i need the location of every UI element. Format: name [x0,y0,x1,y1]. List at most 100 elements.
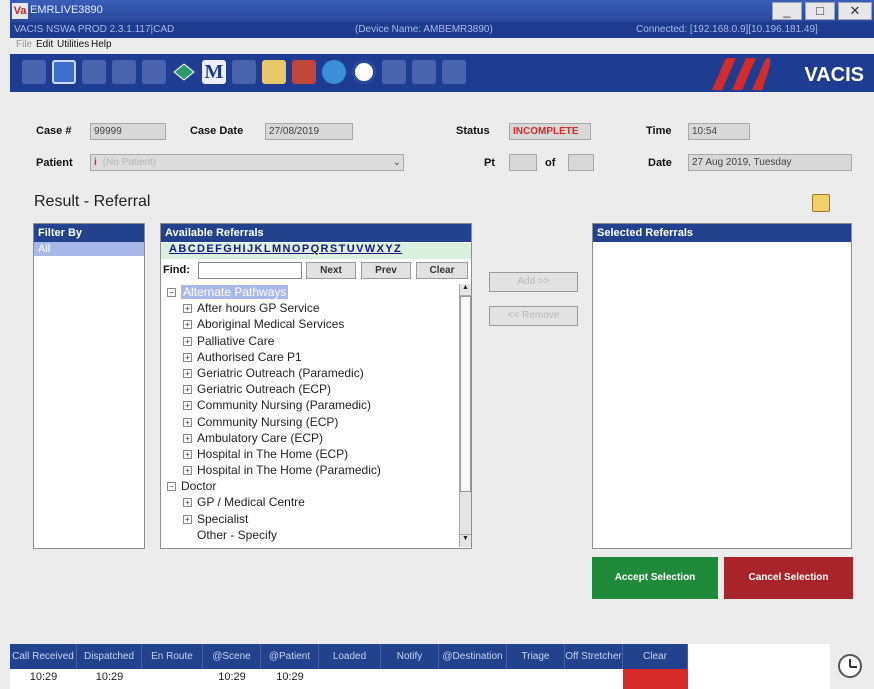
timeline-header: Loaded [319,644,381,669]
timeline-clock-icon[interactable] [838,654,862,678]
date-field: 27 Aug 2019, Tuesday [688,154,852,171]
tree-item[interactable]: + Community Nursing (ECP) [163,414,459,430]
clear-button[interactable]: Clear [416,262,468,279]
minimize-button[interactable]: _ [772,2,802,20]
report-icon[interactable] [292,60,316,84]
expand-icon[interactable]: + [183,320,192,330]
expand-icon[interactable]: + [183,304,192,314]
tree-item[interactable]: + Palliative Care [163,333,459,349]
pt-field [509,154,537,171]
notes-icon[interactable] [812,194,830,212]
add-button[interactable]: Add >> [489,272,578,292]
menu-help[interactable]: Help [91,39,112,50]
status-label: Status [456,125,490,137]
cancel-selection-button[interactable]: Cancel Selection [724,557,853,599]
tree-item[interactable]: + Authorised Care P1 [163,349,459,365]
expand-icon[interactable]: + [183,449,192,459]
calculator-icon[interactable] [262,60,286,84]
refresh-icon[interactable] [412,60,436,84]
remove-button[interactable]: << Remove [489,306,578,326]
tree-item-label: Authorised Care P1 [197,349,302,364]
case-date-label: Case Date [190,125,244,137]
tree-item-label: Other - Specify [197,527,278,542]
expand-icon[interactable]: + [183,336,192,346]
alphabet-bar: ABCDEFGHIJKLMNOPQRSTUVWXYZ [161,243,471,259]
vacis-logo: VACIS [804,64,864,86]
book-icon[interactable] [172,60,196,84]
tree-item-label: Specialist [197,511,249,526]
tree-item[interactable]: + Aboriginal Medical Services [163,316,459,332]
timeline-header: Clear [623,644,688,669]
tree-item[interactable]: + Hospital in The Home (Paramedic) [163,462,459,478]
globe-icon[interactable] [322,60,346,84]
prev-button[interactable]: Prev [361,262,411,279]
collapse-icon[interactable]: − [167,288,176,297]
next-button[interactable]: Next [306,262,356,279]
patient-select[interactable]: i (No Patient) ⌄ [90,154,404,171]
patient-label: Patient [36,157,73,169]
tree-item-label: Geriatric Outreach (ECP) [197,382,332,397]
close-button[interactable]: ✕ [838,2,872,20]
expand-icon[interactable]: + [183,352,192,362]
selected-referrals-header: Selected Referrals [593,224,851,242]
connection-info-bar: VACIS NSWA PROD 2.3.1.117|CAD (Device Na… [10,22,874,38]
tree-item-label: After hours GP Service [197,301,320,316]
save-icon[interactable] [22,60,46,84]
maximize-button[interactable]: □ [805,2,835,20]
clock-icon[interactable] [352,60,376,84]
collapse-icon[interactable]: − [167,482,176,492]
available-referrals-header: Available Referrals [161,224,471,242]
tree-scrollbar[interactable]: ▲ ▼ [459,284,471,547]
tree-item[interactable]: + Hospital in The Home (ECP) [163,446,459,462]
scroll-up-icon[interactable]: ▲ [460,284,471,296]
pt-label: Pt [484,157,495,169]
accept-selection-button[interactable]: Accept Selection [592,557,718,599]
referral-tree[interactable]: − Alternate Pathways + After hours GP Servi… [163,284,459,546]
expand-icon[interactable]: + [183,417,192,427]
filter-item-all[interactable]: All [34,242,144,256]
grid-icon[interactable] [112,60,136,84]
handshake-icon[interactable] [382,60,406,84]
tree-item[interactable]: Other - Specify [163,527,459,543]
expand-icon[interactable]: + [183,514,192,524]
expand-icon[interactable]: + [183,466,192,476]
timeline-header: Call Received [10,644,77,669]
tree-item[interactable]: + Geriatric Outreach (ECP) [163,381,459,397]
menu-file[interactable]: File [16,39,32,50]
tree-item[interactable]: + Community Nursing (Paramedic) [163,397,459,413]
download-icon[interactable] [82,60,106,84]
tree-item[interactable]: + GP / Medical Centre [163,494,459,510]
find-input[interactable] [198,262,302,279]
tree-item[interactable]: + Specialist [163,511,459,527]
scroll-down-icon[interactable]: ▼ [460,534,471,546]
print-icon[interactable] [142,60,166,84]
device-name-text: (Device Name: AMBEMR3890) [355,24,493,35]
alphabet-index[interactable]: ABCDEFGHIJKLMNOPQRSTUVWXYZ [169,243,402,255]
timeline-value: 10:29 [218,671,246,683]
tree-item[interactable]: + After hours GP Service [163,300,459,316]
expand-icon[interactable]: + [183,368,192,378]
expand-icon[interactable]: + [183,498,192,508]
timeline-header: Off Stretcher [565,644,623,669]
tree-item[interactable]: + Ambulatory Care (ECP) [163,430,459,446]
menu-utilities[interactable]: Utilities [57,39,89,50]
medication-m-icon[interactable]: M [202,60,226,84]
expand-icon[interactable]: + [183,401,192,411]
folder-icon[interactable] [232,60,256,84]
window-titlebar: Va EMRLIVE3890 _ □ ✕ [10,0,874,22]
tree-item-label: Hospital in The Home (ECP) [197,446,349,461]
monitor-icon[interactable] [52,60,76,84]
tree-item[interactable]: + Geriatric Outreach (Paramedic) [163,365,459,381]
window-icon[interactable] [442,60,466,84]
timeline-header: @Scene [203,644,261,669]
patient-placeholder: (No Patient) [102,157,157,168]
expand-icon[interactable]: + [183,433,192,443]
expand-icon[interactable]: + [183,385,192,395]
menu-edit[interactable]: Edit [36,39,53,50]
stripes-logo-icon [712,58,770,90]
tree-item[interactable]: − Alternate Pathways [163,284,459,300]
scroll-thumb[interactable] [460,296,471,492]
patient-info-icon: i [94,157,97,168]
chevron-down-icon[interactable]: ⌄ [393,155,401,170]
tree-item[interactable]: − Doctor [163,478,459,494]
